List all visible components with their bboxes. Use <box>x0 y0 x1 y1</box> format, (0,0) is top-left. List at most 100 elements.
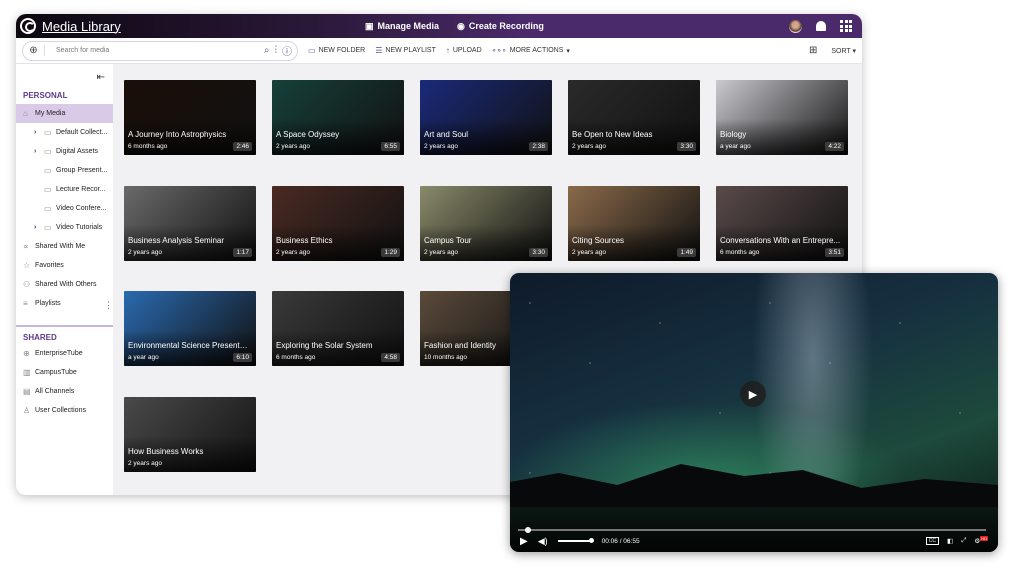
home-icon: ⌂ <box>23 109 32 118</box>
play-overlay-button[interactable]: ▶ <box>740 381 766 407</box>
sidebar-item-user-collections[interactable]: ♙User Collections <box>16 401 113 420</box>
bell-icon[interactable] <box>816 21 826 31</box>
sidebar-item-group-present[interactable]: ▭Group Present... <box>16 161 113 180</box>
folder-icon: ▭ <box>44 147 53 156</box>
folder-icon: ▭ <box>44 128 53 137</box>
theater-mode-icon[interactable]: ◧ <box>947 537 953 545</box>
app-title[interactable]: Media Library <box>42 19 121 34</box>
media-age: 2 years ago <box>572 249 606 256</box>
media-title: A Space Odyssey <box>276 130 400 139</box>
more-actions-button[interactable]: ∘∘∘MORE ACTIONS ▾ <box>492 46 570 55</box>
media-title: Art and Soul <box>424 130 548 139</box>
media-title: Citing Sources <box>572 236 696 245</box>
sidebar-item-playlists[interactable]: ≡Playlists <box>16 294 113 313</box>
video-player[interactable]: ▶ ▶ ◀) 00:06 / 06:55 CC ◧ ⤢ ⚙HD <box>510 273 998 552</box>
channels-icon: ▤ <box>23 387 32 396</box>
fullscreen-icon[interactable]: ⤢ <box>961 537 966 545</box>
sidebar-item-shared-with-others[interactable]: ⚇Shared With Others <box>16 275 113 294</box>
folder-icon: ▭ <box>44 223 53 232</box>
app-logo-icon[interactable] <box>20 18 36 34</box>
globe-icon[interactable]: ⊕ <box>23 45 45 56</box>
media-title: How Business Works <box>128 447 252 456</box>
sort-button[interactable]: SORT ▾ <box>831 47 856 55</box>
chevron-right-icon[interactable]: › <box>34 148 41 155</box>
media-card[interactable]: Conversations With an Entrepre...6 month… <box>716 186 848 261</box>
sidebar: ⇤ PERSONAL ⌂My Media›▭Default Collect...… <box>16 64 113 495</box>
sidebar-item-campustube[interactable]: ▥CampusTube <box>16 363 113 382</box>
sidebar-item-video-tutorials[interactable]: ›▭Video Tutorials <box>16 218 113 237</box>
new-playlist-button[interactable]: ☰NEW PLAYLIST <box>375 46 436 55</box>
search-input[interactable]: Search for media <box>45 47 264 54</box>
folder-plus-icon: ▭ <box>308 46 316 55</box>
media-card[interactable]: Art and Soul2 years ago2:38 <box>420 80 552 155</box>
search-icon[interactable]: ⌕ <box>264 45 270 56</box>
media-age: 2 years ago <box>572 143 606 150</box>
user-avatar[interactable] <box>789 20 802 33</box>
media-card[interactable]: Citing Sources 2 years ago 1:49 <box>568 186 700 261</box>
media-card[interactable]: Biology a year ago 4:22 <box>716 80 848 155</box>
new-folder-button[interactable]: ▭NEW FOLDER <box>308 46 365 55</box>
app-grid-icon[interactable] <box>840 20 852 32</box>
play-icon[interactable]: ▶ <box>520 536 528 547</box>
building-icon: ▥ <box>23 368 32 377</box>
folder-icon: ▭ <box>44 204 53 213</box>
volume-icon[interactable]: ◀) <box>538 536 548 547</box>
volume-slider[interactable] <box>558 540 592 542</box>
media-card[interactable]: Exploring the Solar System6 months ago4:… <box>272 291 404 366</box>
media-title: Campus Tour <box>424 236 548 245</box>
media-card[interactable]: A Space Odyssey2 years ago6:55 <box>272 80 404 155</box>
duration-badge: 2:46 <box>233 142 252 151</box>
captions-button[interactable]: CC <box>926 537 939 545</box>
info-icon[interactable]: ⓘ <box>282 43 292 58</box>
media-age: 6 months ago <box>276 354 315 361</box>
star-icon: ☆ <box>23 261 32 270</box>
media-title: A Journey Into Astrophysics <box>128 130 252 139</box>
create-recording-button[interactable]: ◉Create Recording <box>457 21 544 32</box>
media-card[interactable]: How Business Works 2 years ago <box>124 397 256 472</box>
users-icon: ⚇ <box>23 280 32 289</box>
progress-bar[interactable] <box>518 529 986 531</box>
media-age: 2 years ago <box>276 249 310 256</box>
media-card[interactable]: Business Analysis Seminar2 years ago1:17 <box>124 186 256 261</box>
sidebar-item-lecture-recor[interactable]: ▭Lecture Recor... <box>16 180 113 199</box>
media-card[interactable]: Be Open to New Ideas2 years ago3:30 <box>568 80 700 155</box>
chevron-right-icon[interactable]: › <box>34 129 41 136</box>
playlist-icon: ☰ <box>375 46 382 55</box>
more-vertical-icon[interactable]: ⋮ <box>104 300 113 311</box>
media-card[interactable]: Environmental Science Presentat...a year… <box>124 291 256 366</box>
filter-icon[interactable]: ⫶ <box>275 45 278 56</box>
media-age: a year ago <box>720 143 751 150</box>
media-card[interactable]: A Journey Into Astrophysics6 months ago2… <box>124 80 256 155</box>
media-card[interactable]: Business Ethics2 years ago1:29 <box>272 186 404 261</box>
sidebar-item-my-media[interactable]: ⌂My Media <box>16 104 113 123</box>
duration-badge: 6:10 <box>233 353 252 362</box>
folder-icon: ▭ <box>44 185 53 194</box>
duration-badge: 1:29 <box>381 248 400 257</box>
collapse-sidebar-icon[interactable]: ⇤ <box>97 72 105 83</box>
duration-badge: 1:17 <box>233 248 252 257</box>
sidebar-item-default-collect[interactable]: ›▭Default Collect... <box>16 123 113 142</box>
media-age: a year ago <box>128 354 159 361</box>
media-age: 2 years ago <box>128 460 162 467</box>
settings-icon[interactable]: ⚙HD <box>974 536 988 545</box>
media-title: Conversations With an Entrepre... <box>720 236 844 245</box>
sidebar-item-all-channels[interactable]: ▤All Channels <box>16 382 113 401</box>
sidebar-item-video-confere[interactable]: ▭Video Confere... <box>16 199 113 218</box>
media-title: Be Open to New Ideas <box>572 130 696 139</box>
folder-video-icon: ▣ <box>365 21 374 32</box>
duration-badge: 3:51 <box>825 248 844 257</box>
duration-badge: 4:22 <box>825 142 844 151</box>
manage-media-button[interactable]: ▣Manage Media <box>365 21 439 32</box>
grid-view-icon[interactable]: ⊞ <box>809 45 817 56</box>
sidebar-item-favorites[interactable]: ☆Favorites <box>16 256 113 275</box>
media-card[interactable]: Campus Tour2 years ago3:30 <box>420 186 552 261</box>
sidebar-item-shared-with-me[interactable]: ∝Shared With Me <box>16 237 113 256</box>
progress-handle[interactable] <box>525 527 531 533</box>
media-title: Biology <box>720 130 844 139</box>
sidebar-item-digital-assets[interactable]: ›▭Digital Assets <box>16 142 113 161</box>
search-box: ⊕ Search for media ⌕ ⫶ ⓘ <box>22 41 298 61</box>
upload-button[interactable]: ↑UPLOAD <box>446 46 482 55</box>
duration-badge: 1:49 <box>677 248 696 257</box>
sidebar-item-enterprisetube[interactable]: ⊕EnterpriseTube <box>16 344 113 363</box>
chevron-right-icon[interactable]: › <box>34 224 41 231</box>
